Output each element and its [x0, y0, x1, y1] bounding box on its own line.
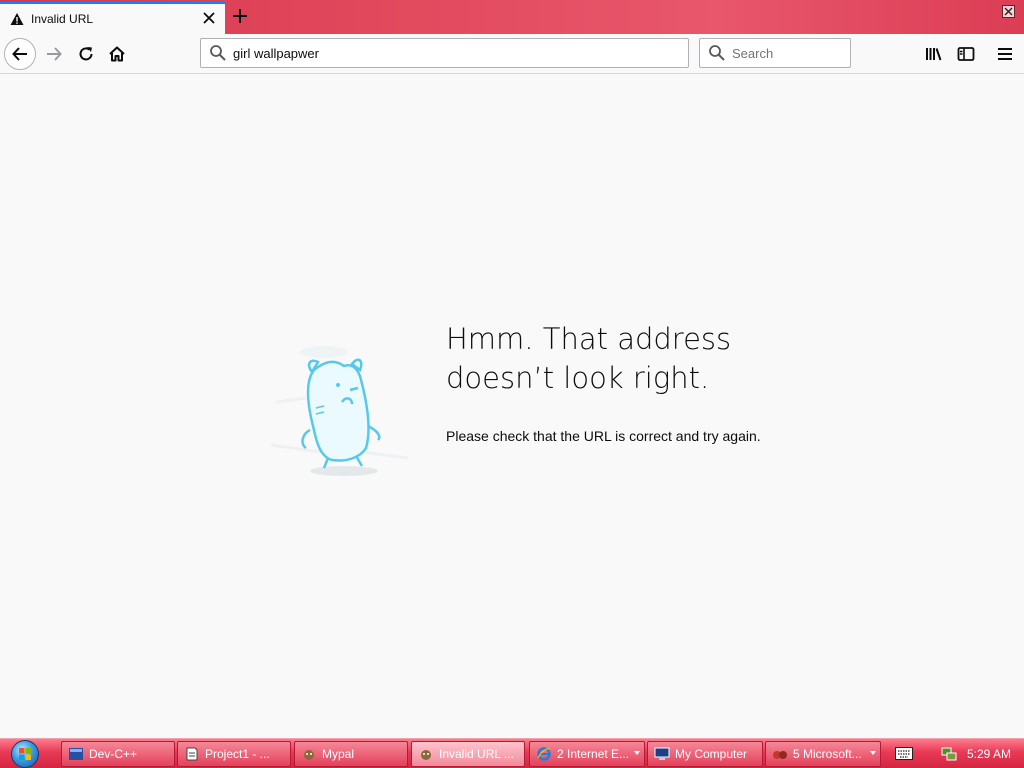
- search-bar[interactable]: [699, 38, 851, 68]
- chevron-down-icon: [634, 751, 640, 755]
- tab-title: Invalid URL: [31, 12, 94, 26]
- taskbar-item-internet-explorer[interactable]: 2 Internet E...: [529, 741, 645, 767]
- devcpp-icon: [69, 748, 83, 760]
- library-button[interactable]: [918, 38, 950, 70]
- menu-button[interactable]: [989, 38, 1021, 70]
- error-illustration: [270, 346, 409, 476]
- error-title: Hmm. That address doesn’t look right.: [446, 322, 732, 395]
- forward-button[interactable]: [38, 38, 70, 70]
- taskbar-item-invalid-url[interactable]: Invalid URL ...: [411, 741, 525, 767]
- keyboard-icon[interactable]: [895, 747, 913, 760]
- sidebar-toggle-button[interactable]: [950, 38, 982, 70]
- search-icon: [210, 45, 226, 61]
- window-close-icon[interactable]: [1002, 5, 1015, 18]
- back-button[interactable]: [4, 38, 36, 70]
- mypal-icon: [421, 750, 431, 760]
- taskbar-item-label: My Computer: [675, 747, 748, 761]
- start-button[interactable]: [6, 740, 44, 768]
- search-icon: [709, 45, 725, 61]
- computer-icon: [654, 747, 670, 760]
- home-button[interactable]: [101, 38, 133, 70]
- taskbar-item-label: Project1 - ...: [205, 747, 270, 761]
- taskbar-item-label: Mypal: [322, 747, 355, 761]
- chevron-down-icon: [870, 751, 876, 755]
- tab-strip: Invalid URL: [0, 0, 1024, 34]
- taskbar-item-project1[interactable]: Project1 - ...: [177, 741, 291, 767]
- taskbar-item-label: Invalid URL ...: [439, 747, 514, 761]
- taskbar-item-label: 5 Microsoft...: [793, 747, 862, 761]
- tab-close-icon[interactable]: [201, 10, 217, 26]
- project-icon: [186, 747, 198, 761]
- taskbar-item-microsoft[interactable]: 5 Microsoft...: [765, 741, 881, 767]
- taskbar-item-my-computer[interactable]: My Computer: [647, 741, 763, 767]
- office-icon: [773, 751, 787, 759]
- reload-button[interactable]: [70, 38, 102, 70]
- taskbar-item-mypal[interactable]: Mypal: [294, 741, 408, 767]
- navigation-toolbar: [0, 34, 1024, 74]
- clock[interactable]: 5:29 AM: [967, 747, 1011, 761]
- taskbar-item-devcpp[interactable]: Dev-C++: [61, 741, 175, 767]
- url-input[interactable]: [233, 45, 688, 61]
- tab-invalid-url[interactable]: Invalid URL: [0, 2, 225, 34]
- network-icon[interactable]: [940, 745, 958, 763]
- new-tab-button[interactable]: [230, 6, 250, 26]
- windows-logo-icon: [11, 740, 39, 768]
- taskbar: Dev-C++ Project1 - ... Mypal Invalid URL…: [0, 738, 1024, 768]
- error-description: Please check that the URL is correct and…: [446, 428, 761, 444]
- url-bar[interactable]: [200, 38, 689, 68]
- search-input[interactable]: [732, 45, 850, 61]
- internet-explorer-icon: [537, 747, 551, 761]
- mypal-icon: [304, 750, 314, 760]
- taskbar-item-label: 2 Internet E...: [557, 747, 630, 761]
- taskbar-item-label: Dev-C++: [89, 747, 138, 761]
- warning-icon: [10, 12, 24, 26]
